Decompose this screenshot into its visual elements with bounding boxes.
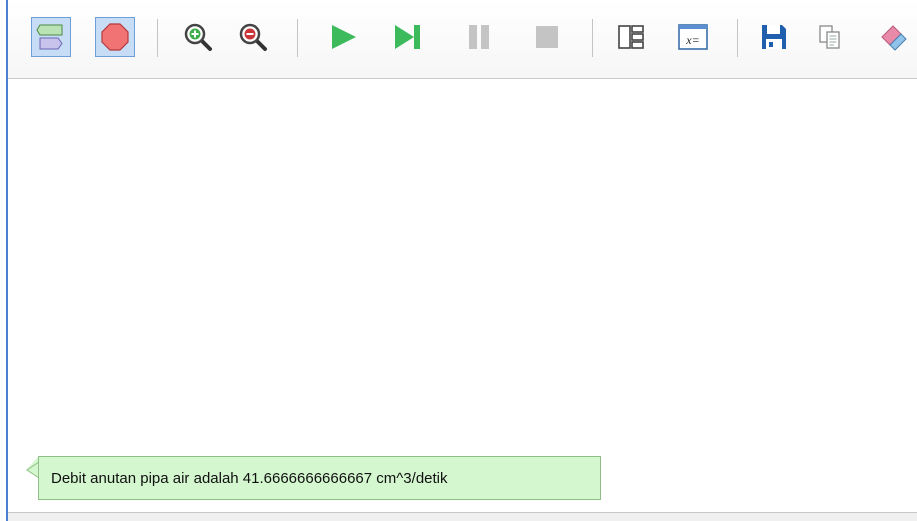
pause-icon (469, 25, 489, 49)
step-button[interactable] (388, 17, 428, 57)
zoom-out-icon (239, 23, 267, 51)
pause-button[interactable] (459, 17, 499, 57)
input-output-shapes-icon (36, 24, 63, 50)
save-button[interactable] (754, 17, 794, 57)
toolbar-separator (737, 19, 738, 57)
bottom-status-strip (8, 512, 917, 521)
erase-button[interactable] (876, 17, 917, 57)
input-output-shapes-button[interactable] (31, 17, 71, 57)
toolbar-separator (297, 19, 298, 57)
layout-panels-icon (618, 25, 644, 49)
main-toolbar: x= (8, 0, 917, 79)
flowchart-canvas[interactable] (8, 79, 917, 512)
toolbar-separator (592, 19, 593, 57)
run-button[interactable] (323, 17, 363, 57)
layout-button[interactable] (611, 17, 651, 57)
play-icon (332, 25, 356, 49)
zoom-in-icon (184, 23, 212, 51)
variables-icon-label: x= (685, 33, 699, 47)
output-message-bubble: Debit anutan pipa air adalah 41.66666666… (38, 456, 601, 500)
variables-window-icon: x= (678, 24, 708, 50)
stop-octagon-icon (101, 23, 129, 51)
copy-button[interactable] (810, 17, 850, 57)
zoom-in-button[interactable] (178, 17, 218, 57)
step-forward-icon (395, 25, 420, 49)
variables-button[interactable]: x= (673, 17, 713, 57)
toolbar-separator (157, 19, 158, 57)
floppy-disk-icon (762, 25, 786, 49)
stop-button[interactable] (527, 17, 567, 57)
flowchart-editor-window: x= Debit anutan pipa air adalah 41.66666… (0, 0, 917, 521)
stop-square-icon (536, 26, 558, 48)
zoom-out-button[interactable] (233, 17, 273, 57)
stop-octagon-button[interactable] (95, 17, 135, 57)
eraser-icon (881, 25, 907, 51)
copy-icon (819, 25, 840, 49)
output-message-text: Debit anutan pipa air adalah 41.66666666… (51, 469, 448, 487)
